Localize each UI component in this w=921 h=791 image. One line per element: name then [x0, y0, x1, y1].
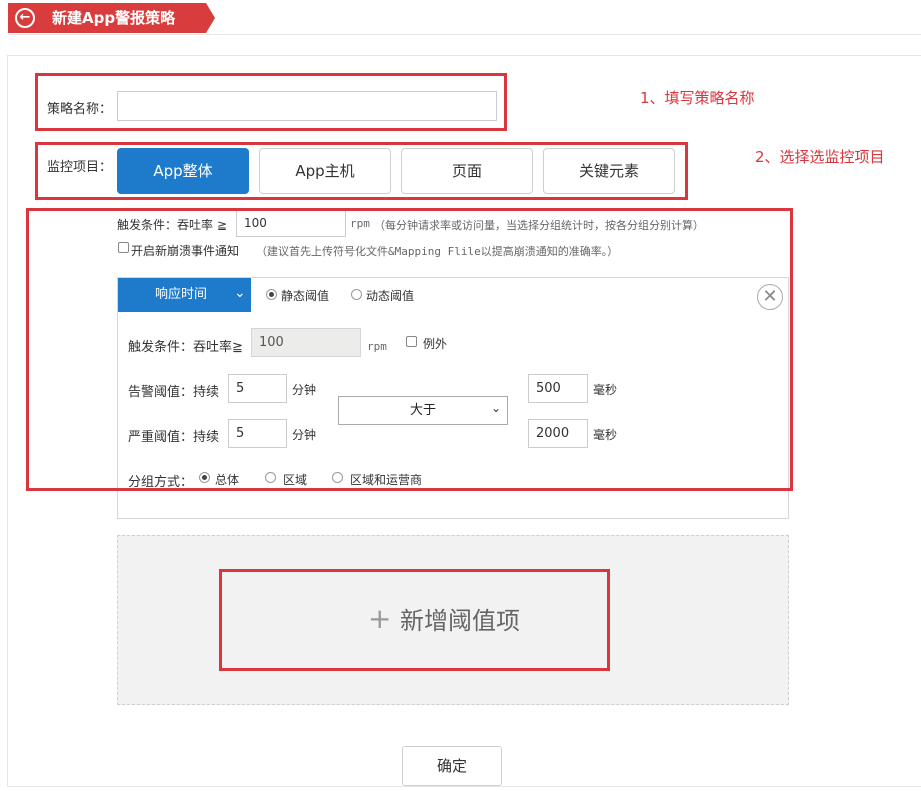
strategy-name-input[interactable]: [117, 91, 497, 121]
annotation-step1: 1、填写策略名称: [640, 89, 755, 107]
page-title: 新建App警报策略: [52, 9, 176, 27]
annotation-step2: 2、选择选监控项目: [755, 148, 885, 166]
header-divider: [8, 34, 921, 35]
confirm-button[interactable]: 确定: [402, 746, 502, 786]
tab-page[interactable]: 页面: [401, 148, 533, 194]
annotation-box-threshold: [26, 208, 793, 491]
tab-app-overall[interactable]: App整体: [117, 148, 249, 194]
back-icon[interactable]: ←: [15, 8, 35, 28]
name-label: 策略名称：: [47, 102, 113, 117]
tab-key-element[interactable]: 关键元素: [543, 148, 675, 194]
add-threshold-label[interactable]: 新增阈值项: [400, 604, 520, 638]
header-banner-tip: [206, 3, 215, 33]
monitor-label: 监控项目：: [47, 160, 113, 175]
plus-icon: +: [368, 602, 392, 635]
tab-app-host[interactable]: App主机: [259, 148, 391, 194]
